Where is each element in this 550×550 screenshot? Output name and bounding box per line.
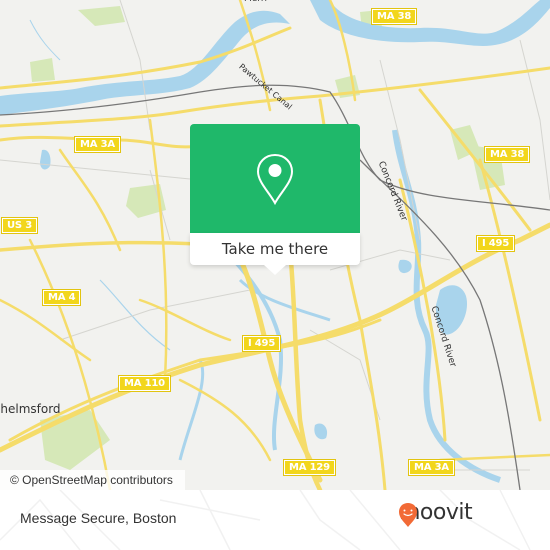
map-view[interactable]: MA 38 MA 38 MA 3A US 3 I 495 MA 4 I 495 … <box>0 0 550 490</box>
take-me-there-button[interactable]: Take me there <box>190 233 360 265</box>
route-shield-ma129: MA 129 <box>283 459 336 476</box>
moovit-pin-icon <box>399 503 417 527</box>
route-shield-ma4: MA 4 <box>41 289 82 306</box>
route-shield-i495-center: I 495 <box>241 335 282 352</box>
map-pin-icon <box>256 153 294 205</box>
label-chelmsford: Chelmsford <box>0 402 61 416</box>
location-popup: Take me there <box>190 124 360 275</box>
popup-header <box>190 124 360 233</box>
route-shield-ma3a-left: MA 3A <box>74 136 121 153</box>
popup-pointer <box>264 265 286 275</box>
route-shield-ma110: MA 110 <box>118 375 171 392</box>
route-shield-ma38-top: MA 38 <box>370 8 418 25</box>
route-shield-i495-right: I 495 <box>475 235 516 252</box>
place-name: Message Secure, Boston <box>20 510 177 526</box>
route-shield-us3: US 3 <box>1 217 38 234</box>
map-attribution[interactable]: © OpenStreetMap contributors <box>0 470 185 490</box>
route-shield-ma38-right: MA 38 <box>483 146 531 163</box>
moovit-logo[interactable]: moovit <box>398 502 473 527</box>
footer-bar: Message Secure, Boston moovit <box>0 490 550 550</box>
label-merrimack: Merri <box>244 0 267 4</box>
route-shield-ma3a-bottom: MA 3A <box>408 459 455 476</box>
